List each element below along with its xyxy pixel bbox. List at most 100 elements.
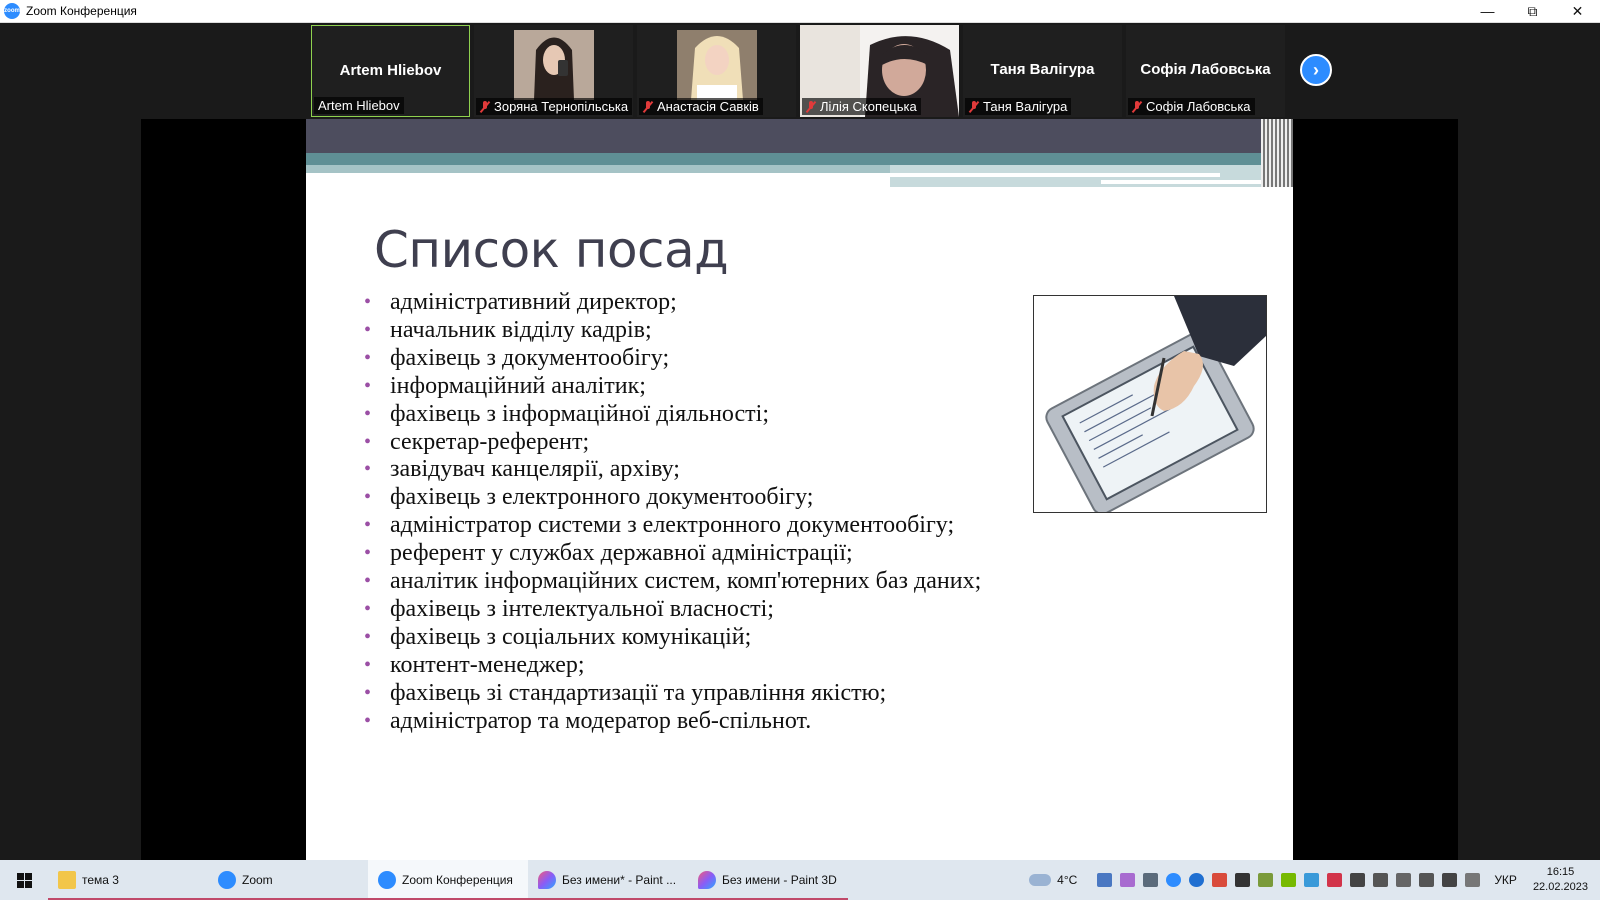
list-item: • фахівець зі стандартизації та управлінн…	[364, 679, 887, 706]
bullet-icon: •	[364, 402, 372, 425]
taskbar-item-folder[interactable]: тема 3	[48, 860, 208, 900]
participant-name-label: Анастасія Савків	[639, 98, 763, 115]
list-item: • адміністративний директор;	[364, 289, 677, 315]
window-title: Zoom Конференция	[26, 4, 137, 18]
clock-date: 22.02.2023	[1532, 881, 1588, 893]
participant-name-label: Лілія Скопецька	[802, 98, 921, 115]
slide-stripes	[1261, 119, 1293, 187]
paint3d-icon	[698, 871, 716, 889]
mic-muted-icon	[969, 100, 979, 113]
positions-list: • адміністративний директор; • начальник в…	[364, 289, 981, 736]
security-icon[interactable]	[1235, 873, 1251, 887]
input-language[interactable]: УКР	[1494, 873, 1517, 887]
participant-name-label: Таня Валігура	[965, 98, 1072, 115]
list-item: • секретар-референт;	[364, 428, 590, 455]
list-item: • контент-менеджер;	[364, 651, 585, 678]
mic-muted-icon	[806, 100, 816, 113]
list-item: • фахівець з соціальних комунікацій;	[364, 623, 752, 650]
slide-accent-line	[890, 173, 1220, 177]
system-tray: 4°C УКР 16:15 22.02.2023	[1029, 860, 1600, 900]
participant-name-label: Софія Лабовська	[1128, 98, 1255, 115]
bullet-icon: •	[364, 709, 372, 732]
bullet-icon: •	[364, 597, 372, 620]
volume-icon[interactable]	[1419, 873, 1435, 887]
tablet-illustration	[1033, 295, 1267, 515]
participant-name-label: Artem Hliebov	[314, 97, 404, 114]
participant-video	[514, 30, 594, 100]
system-clock[interactable]: 16:15 22.02.2023	[1533, 865, 1588, 895]
zoom-icon	[218, 871, 236, 889]
notification-icon[interactable]	[1465, 873, 1481, 887]
chevron-right-icon: ›	[1313, 59, 1319, 80]
slide-title: Список посад	[374, 221, 729, 279]
list-item: • фахівець з інформаційної діяльності;	[364, 400, 769, 427]
mic-muted-icon	[1132, 100, 1142, 113]
close-button[interactable]: ✕	[1555, 0, 1600, 22]
app-icon[interactable]	[1120, 873, 1136, 887]
microphone-icon[interactable]	[1442, 873, 1458, 887]
mic-muted-icon	[643, 100, 653, 113]
weather-widget[interactable]: 4°C	[1029, 873, 1077, 887]
bullet-icon: •	[364, 318, 372, 341]
mic-muted-icon	[480, 100, 490, 113]
camera-icon[interactable]	[1396, 873, 1412, 887]
windows-taskbar: тема 3 Zoom Zoom Конференция Без имени* …	[0, 860, 1600, 900]
app-icon[interactable]	[1304, 873, 1320, 887]
list-item: • фахівець з інтелектуальної власності;	[364, 595, 774, 622]
participant-display-name: Софія Лабовська	[1140, 61, 1271, 78]
start-button[interactable]	[0, 860, 48, 900]
window-titlebar: zoom Zoom Конференция — ⧉ ✕	[0, 0, 1600, 23]
shared-screen: Список посад • адміністративний директор;…	[141, 119, 1458, 860]
slide-accent-band	[306, 153, 1293, 165]
taskbar-item-zoom[interactable]: Zoom	[208, 860, 368, 900]
folder-icon	[58, 871, 76, 889]
participant-tile-sofiia[interactable]: Софія Лабовська Софія Лабовська	[1126, 25, 1285, 117]
participant-tile-zoriana[interactable]: Зоряна Тернопільська	[474, 25, 633, 117]
participant-tile-anastasia[interactable]: Анастасія Савків	[637, 25, 796, 117]
bluetooth-icon[interactable]	[1189, 873, 1205, 887]
taskbar-item-zoom-meeting[interactable]: Zoom Конференция	[368, 860, 528, 900]
list-item: • інформаційний аналітик;	[364, 372, 646, 399]
bullet-icon: •	[364, 570, 372, 593]
cloud-icon	[1029, 874, 1052, 886]
wifi-icon[interactable]	[1373, 873, 1389, 887]
tray-icons	[1097, 873, 1481, 887]
bullet-icon: •	[364, 514, 372, 537]
minimize-button[interactable]: —	[1465, 0, 1510, 22]
list-item: • адміністратор системи з електронного до…	[364, 512, 955, 539]
gallery-next-button[interactable]: ›	[1300, 54, 1332, 86]
list-item: • адміністратор та модератор веб-спільнот…	[364, 707, 812, 734]
participant-tile-artem[interactable]: Artem Hliebov Artem Hliebov	[311, 25, 470, 117]
slide-accent-band	[306, 165, 890, 173]
app-icon[interactable]	[1258, 873, 1274, 887]
battery-icon[interactable]	[1350, 873, 1366, 887]
participant-tile-tania[interactable]: Таня Валігура Таня Валігура	[963, 25, 1122, 117]
app-icon[interactable]	[1327, 873, 1343, 887]
bullet-icon: •	[364, 486, 372, 509]
taskbar-item-paint3d[interactable]: Без имени - Paint 3D	[688, 860, 848, 900]
list-item: • референт у службах державної адміністра…	[364, 540, 853, 567]
participant-video	[677, 30, 757, 100]
nvidia-icon[interactable]	[1281, 873, 1297, 887]
list-item: • аналітик інформаційних систем, комп'юте…	[364, 568, 982, 595]
zoom-icon	[378, 871, 396, 889]
bullet-icon: •	[364, 430, 372, 453]
shield-icon[interactable]	[1212, 873, 1228, 887]
restore-button[interactable]: ⧉	[1510, 0, 1555, 22]
presentation-slide: Список посад • адміністративний директор;…	[306, 119, 1293, 860]
participant-name-label: Зоряна Тернопільська	[476, 98, 633, 115]
participant-tile-liliia[interactable]: Лілія Скопецька	[800, 25, 959, 117]
app-icon[interactable]	[1097, 873, 1113, 887]
tablet-with-stylus-icon	[1034, 296, 1266, 515]
bullet-icon: •	[364, 374, 372, 397]
bullet-icon: •	[364, 653, 372, 676]
list-item: • фахівець з документообігу;	[364, 344, 670, 371]
display-icon[interactable]	[1143, 873, 1159, 887]
bullet-icon: •	[364, 542, 372, 565]
list-item: • фахівець з електронного документообігу;	[364, 484, 814, 511]
zoom-tray-icon[interactable]	[1166, 873, 1182, 887]
bullet-icon: •	[364, 681, 372, 704]
participant-display-name: Таня Валігура	[990, 61, 1095, 78]
bullet-icon: •	[364, 291, 372, 313]
taskbar-item-paint3d-unsaved[interactable]: Без имени* - Paint ...	[528, 860, 688, 900]
